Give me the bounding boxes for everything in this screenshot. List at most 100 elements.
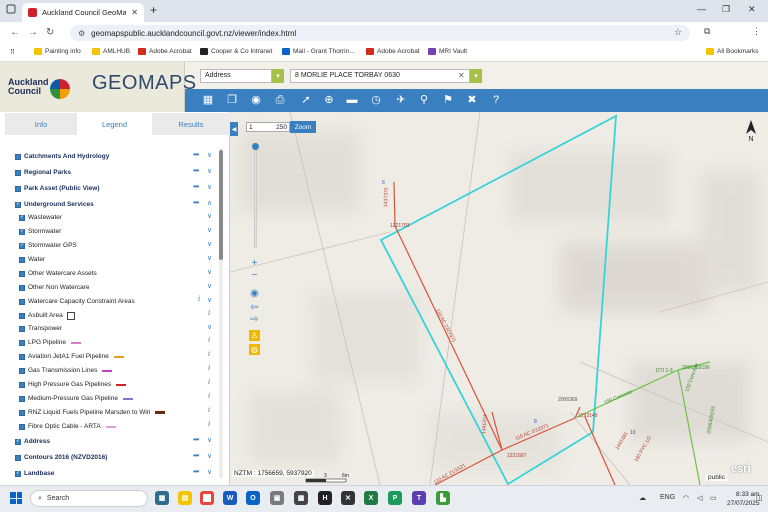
layer-checkbox[interactable] (19, 423, 25, 430)
layer-aviation-pipeline[interactable]: Aviation JetA1 Fuel Pipeline (19, 351, 124, 362)
layer-checkbox[interactable] (19, 312, 25, 319)
chevron-down-icon[interactable]: ∨ (207, 452, 212, 460)
language-indicator[interactable]: ENG (660, 494, 675, 501)
zoom-button[interactable]: Zoom (290, 121, 316, 133)
layer-wastewater[interactable]: Wastewater (19, 212, 62, 223)
info-icon[interactable]: i (208, 309, 210, 317)
more-options-icon[interactable]: ••• (193, 467, 199, 476)
layer-stormwater-gps[interactable]: Stormwater GPS (19, 240, 77, 251)
layer-landbase[interactable]: Landbase (15, 468, 54, 479)
layer-checkbox[interactable] (19, 256, 25, 263)
taskbar-search[interactable]: ⌕ Search (30, 490, 148, 507)
panel-scrollbar-thumb[interactable] (219, 150, 223, 260)
more-options-icon[interactable]: ••• (193, 198, 199, 207)
layer-medium-pressure-gas[interactable]: Medium-Pressure Gas Pipeline (19, 393, 133, 404)
site-info-icon[interactable]: ⚙ (78, 29, 85, 38)
zoom-slider-track[interactable] (254, 143, 257, 248)
info-icon[interactable]: i (208, 364, 210, 372)
layer-rnz-liquid-fuels[interactable]: RNZ Liquid Fuels Pipeline Marsden to Wir… (19, 407, 166, 418)
layer-fibre-optic[interactable]: Fibre Optic Cable - ARTA (19, 421, 116, 432)
clear-search-icon[interactable]: ✕ (458, 71, 465, 80)
app-h-icon[interactable]: H (318, 491, 332, 505)
more-options-icon[interactable]: ••• (193, 182, 199, 191)
pan-forward-icon[interactable]: ⇨ (249, 314, 260, 325)
measure-icon[interactable]: ▬ (345, 93, 359, 107)
info-icon[interactable]: i (208, 336, 210, 344)
layer-checkbox[interactable] (19, 367, 25, 374)
chrome-icon[interactable] (200, 491, 214, 505)
notifications-icon[interactable]: ◫ (756, 494, 763, 502)
print-icon[interactable]: ⎙ (273, 93, 287, 107)
tab-results[interactable]: Results (152, 113, 230, 135)
wifi-icon[interactable]: ◠ (683, 494, 689, 502)
layer-address[interactable]: Address (15, 436, 50, 447)
tools-icon[interactable]: ✖ (465, 93, 479, 107)
bookmark-amlhub[interactable]: AMLHUB (92, 48, 130, 55)
onedrive-icon[interactable]: ☁ (639, 494, 646, 502)
layer-park-asset[interactable]: Park Asset (Public View) (15, 183, 100, 194)
teams-icon[interactable]: T (412, 491, 426, 505)
layer-checkbox[interactable] (15, 169, 21, 176)
layer-checkbox[interactable] (19, 228, 25, 235)
layer-checkbox[interactable] (15, 153, 21, 160)
app-x-icon[interactable]: ✕ (341, 491, 355, 505)
more-options-icon[interactable]: ••• (193, 150, 199, 159)
browser-tab[interactable]: Auckland Council GeoMaps ✕ (22, 3, 144, 22)
chevron-down-icon[interactable]: ∨ (207, 268, 212, 276)
calculator-icon[interactable]: ▦ (294, 491, 308, 505)
info-icon[interactable]: i (208, 378, 210, 386)
layer-checkbox[interactable] (19, 325, 25, 332)
volume-icon[interactable]: ◁ (697, 494, 702, 502)
bookmark-cooper-intranet[interactable]: Cooper & Co Intranet (200, 48, 272, 55)
select-pointer-icon[interactable]: ➚ (299, 93, 313, 107)
info-icon[interactable]: i (208, 392, 210, 400)
layer-checkbox[interactable] (15, 454, 21, 461)
layer-checkbox[interactable] (19, 214, 25, 221)
layer-checkbox[interactable] (19, 339, 25, 346)
bookmark-mri-vault[interactable]: MRI Vault (428, 48, 467, 55)
layer-checkbox[interactable] (15, 185, 21, 192)
info-icon[interactable]: i (208, 420, 210, 428)
layer-checkbox[interactable] (19, 298, 25, 305)
extensions-icon[interactable]: ⧉ (704, 26, 710, 37)
layers-icon[interactable]: ❐ (225, 93, 239, 107)
battery-icon[interactable]: ▭ (710, 494, 717, 502)
maximize-icon[interactable]: ❐ (722, 4, 730, 15)
all-bookmarks[interactable]: All Bookmarks (706, 48, 759, 55)
word-icon[interactable]: W (223, 491, 237, 505)
outlook-icon[interactable]: O (246, 491, 260, 505)
layer-checkbox[interactable] (15, 201, 21, 208)
close-window-icon[interactable]: ✕ (748, 4, 756, 15)
chevron-down-icon[interactable]: ∨ (207, 254, 212, 262)
back-icon[interactable]: ← (10, 27, 20, 38)
layer-water[interactable]: Water (19, 254, 45, 265)
chevron-down-icon[interactable]: ∨ (207, 468, 212, 476)
start-button[interactable] (10, 492, 22, 504)
menu-icon[interactable]: ⋮ (752, 26, 761, 37)
chevron-down-icon[interactable]: ∨ (207, 240, 212, 248)
more-options-icon[interactable]: ••• (193, 166, 199, 175)
bookmark-adobe-acrobat-2[interactable]: Adobe Acrobat (366, 48, 420, 55)
layer-high-pressure-gas[interactable]: High Pressure Gas Pipelines (19, 379, 127, 390)
forward-icon[interactable]: → (28, 27, 38, 38)
layer-checkbox[interactable] (19, 270, 25, 277)
street-view-icon[interactable]: ♙ (249, 330, 260, 341)
flag-icon[interactable]: ⚑ (441, 93, 455, 107)
more-options-icon[interactable]: ••• (193, 435, 199, 444)
layer-checkbox[interactable] (19, 381, 25, 388)
chevron-down-icon[interactable]: ∨ (207, 436, 212, 444)
layer-checkbox[interactable] (19, 242, 25, 249)
bookmark-painting-info[interactable]: Painting info (34, 48, 81, 55)
layer-checkbox[interactable] (19, 395, 25, 402)
layer-underground-services[interactable]: Underground Services (15, 199, 94, 210)
close-tab-icon[interactable]: ✕ (131, 8, 138, 17)
layer-contours[interactable]: Contours 2016 (NZVD2016) (15, 452, 107, 463)
file-explorer-icon[interactable]: ▤ (178, 491, 192, 505)
layer-transpower[interactable]: Transpower (19, 323, 62, 334)
chevron-down-icon[interactable]: ∨ (207, 151, 212, 159)
excel-icon[interactable]: X (364, 491, 378, 505)
help-icon[interactable]: ? (489, 93, 503, 107)
layer-asbuilt-area[interactable]: Asbuilt Area (19, 310, 75, 321)
scale-input[interactable]: 1 250 (246, 122, 290, 132)
globe-icon[interactable]: ◉ (249, 288, 260, 299)
